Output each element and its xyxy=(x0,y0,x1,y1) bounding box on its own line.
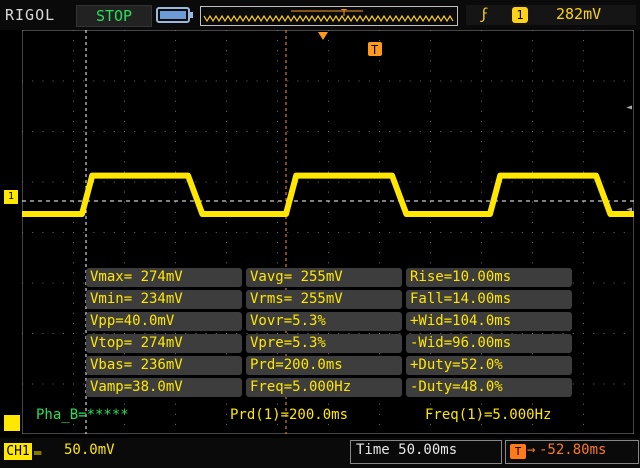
memory-waveform-icon: T xyxy=(203,8,454,23)
delay-readout: -52.80ms xyxy=(539,442,607,458)
trigger-position-icon: T xyxy=(368,42,382,57)
phase-readout: Pha_B=***** xyxy=(36,407,129,423)
meas-cell: Vmax= 274mV xyxy=(86,268,242,287)
meas-cell: Vovr=5.3% xyxy=(246,312,402,331)
battery-icon xyxy=(156,7,193,23)
scroll-down-icon: ◄ xyxy=(626,204,633,215)
meas-cell: Vbas= 236mV xyxy=(86,356,242,375)
ch1-ground-marker[interactable]: 1 xyxy=(4,190,18,204)
meas-cell: Vmin= 234mV xyxy=(86,290,242,309)
meas-cell: Vpre=5.3% xyxy=(246,334,402,353)
trigger-panel[interactable] xyxy=(466,5,636,25)
meas-cell: Fall=14.00ms xyxy=(406,290,572,309)
memory-trigger-marker: T xyxy=(341,8,347,19)
brand-logo: RIGOL xyxy=(5,6,56,24)
timebase-readout: Time 50.00ms xyxy=(356,442,458,458)
vertical-scale[interactable]: 50.0mV xyxy=(64,442,115,458)
trigger-source-badge: 1 xyxy=(512,7,528,23)
meas-cell: +Wid=104.0ms xyxy=(406,312,572,331)
run-stop-status[interactable]: STOP xyxy=(76,5,152,27)
meas-cell: Rise=10.00ms xyxy=(406,268,572,287)
meas-cell: Vamp=38.0mV xyxy=(86,378,242,397)
measurement-panel: Vmax= 274mV Vavg= 255mV Rise=10.00ms Vmi… xyxy=(86,266,572,398)
dc-coupling-icon: ═ xyxy=(34,446,42,460)
rising-edge-icon: ϝ xyxy=(480,5,490,23)
meas-cell: Vrms= 255mV xyxy=(246,290,402,309)
trigger-menu-marker[interactable] xyxy=(4,415,20,431)
meas-cell: Vpp=40.0mV xyxy=(86,312,242,331)
period-readout: Prd(1)=200.0ms xyxy=(230,407,349,423)
meas-cell: Prd=200.0ms xyxy=(246,356,402,375)
scroll-up-icon: ◄ xyxy=(626,102,633,113)
trigger-level: 282mV xyxy=(556,5,602,23)
meas-cell: -Duty=48.0% xyxy=(406,378,572,397)
memory-depth-strip: T xyxy=(200,6,458,26)
channel-badge[interactable]: CH1 xyxy=(4,443,32,460)
frequency-readout: Freq(1)=5.000Hz xyxy=(425,407,552,423)
meas-cell: -Wid=96.00ms xyxy=(406,334,572,353)
arrow-right-icon: → xyxy=(527,442,536,458)
meas-cell: Vavg= 255mV xyxy=(246,268,402,287)
meas-cell: Freq=5.000Hz xyxy=(246,378,402,397)
meas-cell: Vtop= 274mV xyxy=(86,334,242,353)
svg-text:T: T xyxy=(371,43,378,57)
meas-cell: +Duty=52.0% xyxy=(406,356,572,375)
trigger-delay-icon: T xyxy=(510,444,526,459)
